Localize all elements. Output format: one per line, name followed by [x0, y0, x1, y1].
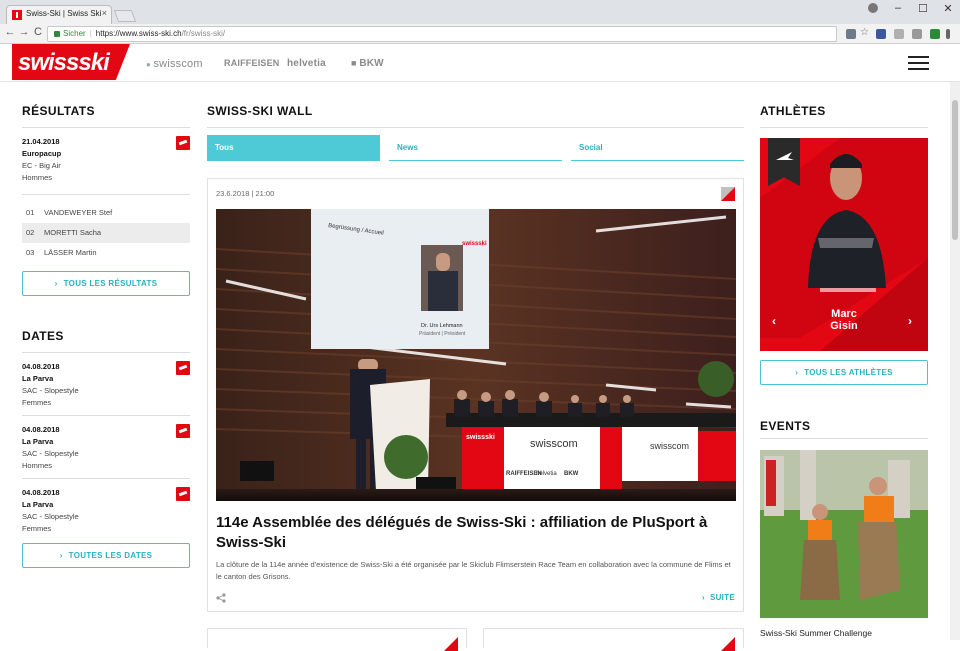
- results-place: EC - Big Air: [22, 161, 61, 170]
- all-results-button[interactable]: › TOUS LES RÉSULTATS: [22, 271, 190, 296]
- left-column: RÉSULTATS 21.04.2018 Europacup EC - Big …: [22, 104, 190, 568]
- address-bar[interactable]: Sicher | https://www.swiss-ski.ch/fr/swiss…: [47, 26, 837, 42]
- new-tab-button[interactable]: [113, 10, 137, 22]
- swiss-ski-logo[interactable]: swissski: [12, 44, 130, 80]
- slide-logo: swissski: [462, 241, 487, 247]
- results-event-name: Europacup: [22, 149, 62, 158]
- tab-close-icon[interactable]: ×: [102, 8, 107, 18]
- slide-role: Präsident | Président: [419, 331, 466, 337]
- browser-tab[interactable]: Swiss-Ski | Swiss Ski ×: [6, 5, 112, 24]
- table-banner-bkw: BKW: [564, 471, 579, 477]
- sack-race-photo: [760, 450, 928, 618]
- ranking-row[interactable]: 01 VANDEWEYER Stef: [22, 203, 190, 223]
- news-photo[interactable]: Begrüssung / Accueil swissski Dr. Urs Le…: [216, 209, 736, 501]
- assembly-photo: Begrüssung / Accueil swissski Dr. Urs Le…: [216, 209, 736, 501]
- sponsor-swisscom[interactable]: swisscom: [146, 58, 203, 70]
- extension-icon[interactable]: [912, 29, 922, 39]
- ski-discipline-icon: [176, 487, 190, 501]
- url-host: https://www.swiss-ski.ch: [95, 29, 182, 38]
- page-scrollbar[interactable]: [950, 82, 960, 640]
- lock-icon: [54, 30, 60, 37]
- results-date: 21.04.2018: [22, 137, 60, 146]
- events-title: EVENTS: [760, 419, 811, 433]
- back-button[interactable]: ←: [3, 26, 17, 38]
- athlete-carousel[interactable]: ‹ Marc Gisin ›: [760, 138, 928, 351]
- browser-toolbar: ← → C Sicher | https://www.swiss-ski.ch/fr…: [0, 24, 960, 44]
- athletes-title: ATHLÈTES: [760, 104, 826, 118]
- athlete-next-arrow[interactable]: ›: [908, 314, 912, 328]
- table-logo: swissski: [466, 434, 495, 441]
- logo-text-swiss: swiss: [18, 49, 79, 76]
- dates-title: DATES: [22, 329, 64, 343]
- browser-tab-bar: Swiss-Ski | Swiss Ski × – ☐ ✕: [0, 0, 960, 24]
- profile-icon[interactable]: [868, 3, 878, 13]
- filter-tab-tous[interactable]: Tous: [207, 135, 380, 161]
- filter-tab-social[interactable]: Social: [571, 135, 744, 161]
- date-item[interactable]: 04.08.2018 La Parva SAC - Slopestyle Fem…: [22, 479, 190, 541]
- all-dates-button[interactable]: › TOUTES LES DATES: [22, 543, 190, 568]
- wall-title: SWISS-SKI WALL: [207, 104, 313, 118]
- read-more-link[interactable]: › SUITE: [702, 593, 735, 602]
- site-header: swissski swisscom RAIFFEISEN helvetia BK…: [0, 44, 960, 82]
- table-banner-helvetia: helvetia: [536, 471, 557, 477]
- wall-column: SWISS-SKI WALL Tous News Social 23.6.201…: [207, 104, 744, 651]
- events-photo[interactable]: [760, 450, 928, 618]
- extension-icon[interactable]: [930, 29, 940, 39]
- results-ranking: 01 VANDEWEYER Stef 02 MORETTI Sacha 03 LÄSS…: [22, 203, 190, 263]
- table-banner-swisscom: swisscom: [530, 438, 578, 450]
- menu-dots-icon[interactable]: [946, 29, 950, 39]
- right-column: ATHLÈTES ‹ Marc Gisin › › TOUS LES ATHLÈTE…: [760, 104, 928, 638]
- extension-icon[interactable]: [894, 29, 904, 39]
- slide-caption: Dr. Urs Lehmann: [421, 323, 463, 329]
- wall-filter-tabs: Tous News Social: [207, 135, 744, 161]
- share-icon[interactable]: [216, 593, 226, 603]
- scrollbar-thumb[interactable]: [952, 100, 958, 240]
- hamburger-menu-icon[interactable]: [908, 56, 929, 70]
- tab-title: Swiss-Ski | Swiss Ski: [26, 9, 102, 18]
- news-card-title[interactable]: 114e Assemblée des délégués de Swiss-Ski…: [216, 513, 736, 553]
- logo-text-ski: ski: [78, 49, 109, 76]
- url-path: /fr/swiss-ski/: [181, 29, 226, 38]
- ranking-row[interactable]: 03 LÄSSER Martin: [22, 243, 190, 263]
- sponsor-helvetia[interactable]: helvetia: [287, 58, 326, 69]
- ski-discipline-icon: [176, 136, 190, 150]
- news-card[interactable]: 23.6.2018 | 21:00 Begrüssung / Accueil s…: [207, 178, 744, 612]
- news-card-next[interactable]: [483, 628, 744, 651]
- sponsor-bkw[interactable]: BKW: [351, 58, 384, 69]
- close-window-button[interactable]: ✕: [936, 2, 960, 15]
- ski-discipline-icon: [176, 361, 190, 375]
- news-card-text: La clôture de la 114e année d'existence …: [216, 560, 731, 581]
- sponsor-raiffeisen[interactable]: RAIFFEISEN: [224, 58, 280, 68]
- results-event[interactable]: 21.04.2018 Europacup EC - Big Air Hommes: [22, 128, 190, 190]
- minimize-button[interactable]: –: [886, 2, 910, 14]
- results-category: Hommes: [22, 173, 53, 182]
- filter-tab-news[interactable]: News: [389, 135, 562, 161]
- events-caption[interactable]: Swiss-Ski Summer Challenge: [760, 628, 872, 638]
- ranking-row[interactable]: 02 MORETTI Sacha: [22, 223, 190, 243]
- card-date: 23.6.2018 | 21:00: [216, 189, 275, 198]
- swiss-flag-icon: [12, 10, 22, 20]
- news-card-next[interactable]: [207, 628, 467, 651]
- bookmark-star-icon[interactable]: ☆: [860, 27, 869, 38]
- extension-icon[interactable]: [876, 29, 886, 39]
- all-athletes-button[interactable]: › TOUS LES ATHLÈTES: [760, 360, 928, 385]
- forward-button[interactable]: →: [17, 26, 31, 38]
- ski-discipline-icon: [176, 424, 190, 438]
- card-type-icon: [444, 637, 458, 651]
- date-item[interactable]: 04.08.2018 La Parva SAC - Slopestyle Hom…: [22, 416, 190, 478]
- secure-label: Sicher: [63, 29, 86, 38]
- translate-icon[interactable]: [846, 29, 856, 39]
- card-type-icon: [721, 637, 735, 651]
- results-title: RÉSULTATS: [22, 104, 95, 118]
- athlete-name[interactable]: Marc Gisin: [760, 308, 928, 332]
- reload-button[interactable]: C: [31, 26, 45, 38]
- table-banner-swisscom-2: swisscom: [650, 441, 689, 451]
- date-item[interactable]: 04.08.2018 La Parva SAC - Slopestyle Fem…: [22, 353, 190, 415]
- maximize-button[interactable]: ☐: [911, 2, 935, 15]
